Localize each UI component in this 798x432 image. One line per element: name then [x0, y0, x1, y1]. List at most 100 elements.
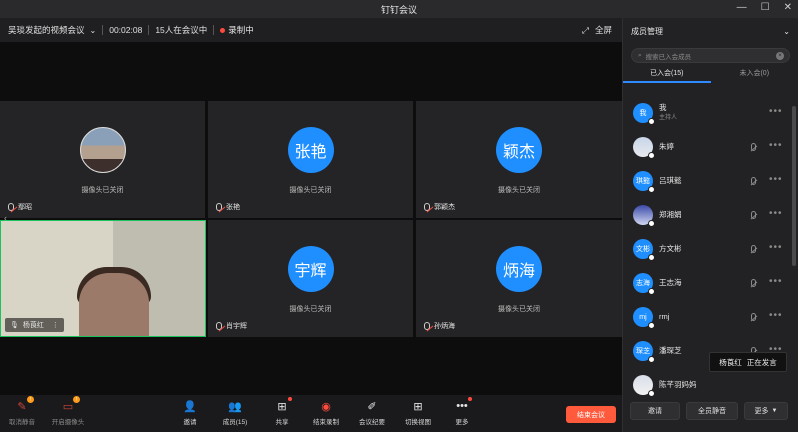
member-name: 吕琪懿	[659, 176, 682, 185]
more-icon[interactable]: •••	[769, 174, 783, 185]
member-role: 主持人	[659, 115, 678, 121]
list-item[interactable]: 陈芊羽妈妈	[623, 368, 791, 402]
panel-header: 成员管理 ⌄	[623, 18, 798, 44]
more-icon[interactable]: •••	[769, 208, 783, 219]
list-item[interactable]: 文彬 方文彬 •••	[623, 232, 791, 266]
mic-muted-icon[interactable]	[751, 245, 756, 253]
more-icon[interactable]: •••	[769, 242, 783, 253]
chevron-down-icon[interactable]: ⌄	[783, 27, 790, 36]
member-name: 王志海	[659, 278, 682, 287]
scrollbar[interactable]	[792, 106, 796, 266]
invite-button[interactable]: 邀请	[630, 402, 680, 420]
members-label: 成员(15)	[222, 419, 248, 426]
speaking-tooltip: 杨莨红 正在发言	[709, 352, 787, 372]
panel-more-button[interactable]: 更多 ▼	[744, 402, 788, 420]
mic-muted-icon[interactable]	[751, 279, 756, 287]
warning-badge: !	[27, 396, 34, 403]
tooltip-name: 杨莨红	[719, 357, 742, 367]
active-speaker-tile[interactable]: 🎙 杨莨红 ⋮	[0, 220, 206, 337]
mic-muted-icon[interactable]	[751, 313, 756, 321]
list-item[interactable]: mj rmj •••	[623, 300, 791, 334]
warning-badge: !	[73, 396, 80, 403]
video-tile[interactable]: 颖杰 摄像头已关闭 郭颖杰	[416, 101, 622, 218]
list-item[interactable]: 我 我 主持人 •••	[623, 96, 791, 130]
video-tile[interactable]: 宇辉 摄像头已关闭 肖宇辉	[208, 220, 413, 337]
list-item[interactable]: 郑湘娟 •••	[623, 198, 791, 232]
video-tile[interactable]: 张艳 摄像头已关闭 张艳	[208, 101, 413, 218]
video-tile[interactable]: 摄像头已关闭 鄢昭	[0, 101, 205, 218]
chevron-left-icon[interactable]: ‹	[4, 213, 7, 223]
avatar: 琛芝	[633, 341, 655, 363]
expand-icon: ⤢	[582, 24, 589, 35]
member-search-input[interactable]: ⌕ 搜索已入会成员 ×	[631, 48, 790, 63]
tab-joined[interactable]: 已入会(15)	[623, 67, 711, 83]
more-icon[interactable]: ⋮	[52, 321, 59, 329]
list-item[interactable]: 朱婷 •••	[623, 130, 791, 164]
invite-button[interactable]: 👤 邀请	[170, 399, 210, 427]
stop-record-button[interactable]: ◉ 结束录制	[306, 399, 346, 427]
more-icon[interactable]: •••	[769, 140, 783, 151]
avatar: 琪懿	[633, 171, 655, 193]
record-dot-icon	[220, 27, 226, 33]
device-icon	[648, 390, 655, 397]
avatar	[633, 137, 655, 159]
mic-muted-icon[interactable]	[751, 143, 756, 151]
switch-view-label: 切换视图	[405, 419, 431, 426]
more-button[interactable]: ••• 更多	[442, 397, 482, 426]
unmute-button[interactable]: ✎! 取消静音	[2, 396, 42, 426]
participant-name-tag: 肖宇辉	[216, 321, 247, 331]
switch-view-button[interactable]: ⊞ 切换视图	[398, 399, 438, 427]
camera-off-icon: ▭!	[61, 396, 80, 413]
video-tile[interactable]: 炳海 摄像头已关闭 孙炳海	[416, 220, 622, 337]
tab-not-joined[interactable]: 未入会(0)	[711, 67, 798, 83]
camera-button[interactable]: ▭! 开启摄像头	[48, 396, 88, 426]
mic-icon: 🎙	[10, 322, 19, 329]
avatar	[633, 205, 655, 227]
meeting-duration: 00:02:08	[109, 25, 143, 35]
unmute-label: 取消静音	[9, 419, 35, 426]
tooltip-text: 正在发言	[746, 357, 777, 367]
close-button[interactable]: ✕	[784, 2, 792, 13]
participant-name: 孙炳海	[434, 323, 455, 330]
more-icon[interactable]: •••	[769, 276, 783, 287]
end-meeting-button[interactable]: 结束会议	[566, 406, 616, 423]
members-button[interactable]: 👥 成员(15)	[215, 399, 255, 427]
meeting-title[interactable]: 吴琰发起的视频会议	[8, 24, 85, 36]
device-icon	[648, 118, 655, 125]
minutes-button[interactable]: ✐ 会议纪要	[352, 399, 392, 427]
mic-muted-icon[interactable]	[751, 177, 756, 185]
camera-off-text: 摄像头已关闭	[498, 187, 540, 194]
notification-dot	[468, 397, 472, 401]
fullscreen-button[interactable]: ⤢ 全屏	[582, 24, 612, 36]
camera-off-text: 摄像头已关闭	[81, 187, 124, 194]
more-icon[interactable]: •••	[769, 310, 783, 321]
list-item[interactable]: 琪懿 吕琪懿 •••	[623, 164, 791, 198]
search-placeholder: 搜索已入会成员	[645, 53, 692, 61]
minimize-button[interactable]: —	[737, 2, 747, 13]
more-icon: •••	[455, 397, 472, 413]
share-screen-icon: ⊞	[275, 397, 292, 413]
mute-all-button[interactable]: 全员静音	[686, 402, 738, 420]
mic-muted-icon[interactable]	[751, 211, 756, 219]
avatar	[633, 375, 655, 397]
clear-icon[interactable]: ×	[776, 52, 784, 60]
avatar: 文彬	[633, 239, 655, 261]
participant-name-tag: 鄢昭	[8, 202, 32, 212]
more-icon[interactable]: •••	[769, 106, 783, 117]
panel-title: 成员管理	[631, 26, 663, 36]
list-item[interactable]: 志海 王志海 •••	[623, 266, 791, 300]
camera-off-text: 摄像头已关闭	[289, 306, 332, 313]
maximize-button[interactable]: ☐	[761, 2, 770, 13]
avatar: 张艳	[287, 127, 334, 173]
participant-name-tag: 郭颖杰	[424, 202, 455, 212]
window-title: 钉钉会议	[380, 4, 417, 15]
member-name: 朱婷	[659, 142, 674, 151]
add-user-icon: 👤	[183, 400, 197, 413]
share-button[interactable]: ⊞ 共享	[262, 397, 302, 426]
notification-dot	[288, 397, 292, 401]
avatar: 志海	[633, 273, 655, 295]
chevron-down-icon[interactable]: ⌄	[90, 26, 97, 35]
minutes-label: 会议纪要	[359, 419, 385, 426]
divider	[102, 25, 104, 35]
camera-off-text: 摄像头已关闭	[498, 306, 540, 313]
